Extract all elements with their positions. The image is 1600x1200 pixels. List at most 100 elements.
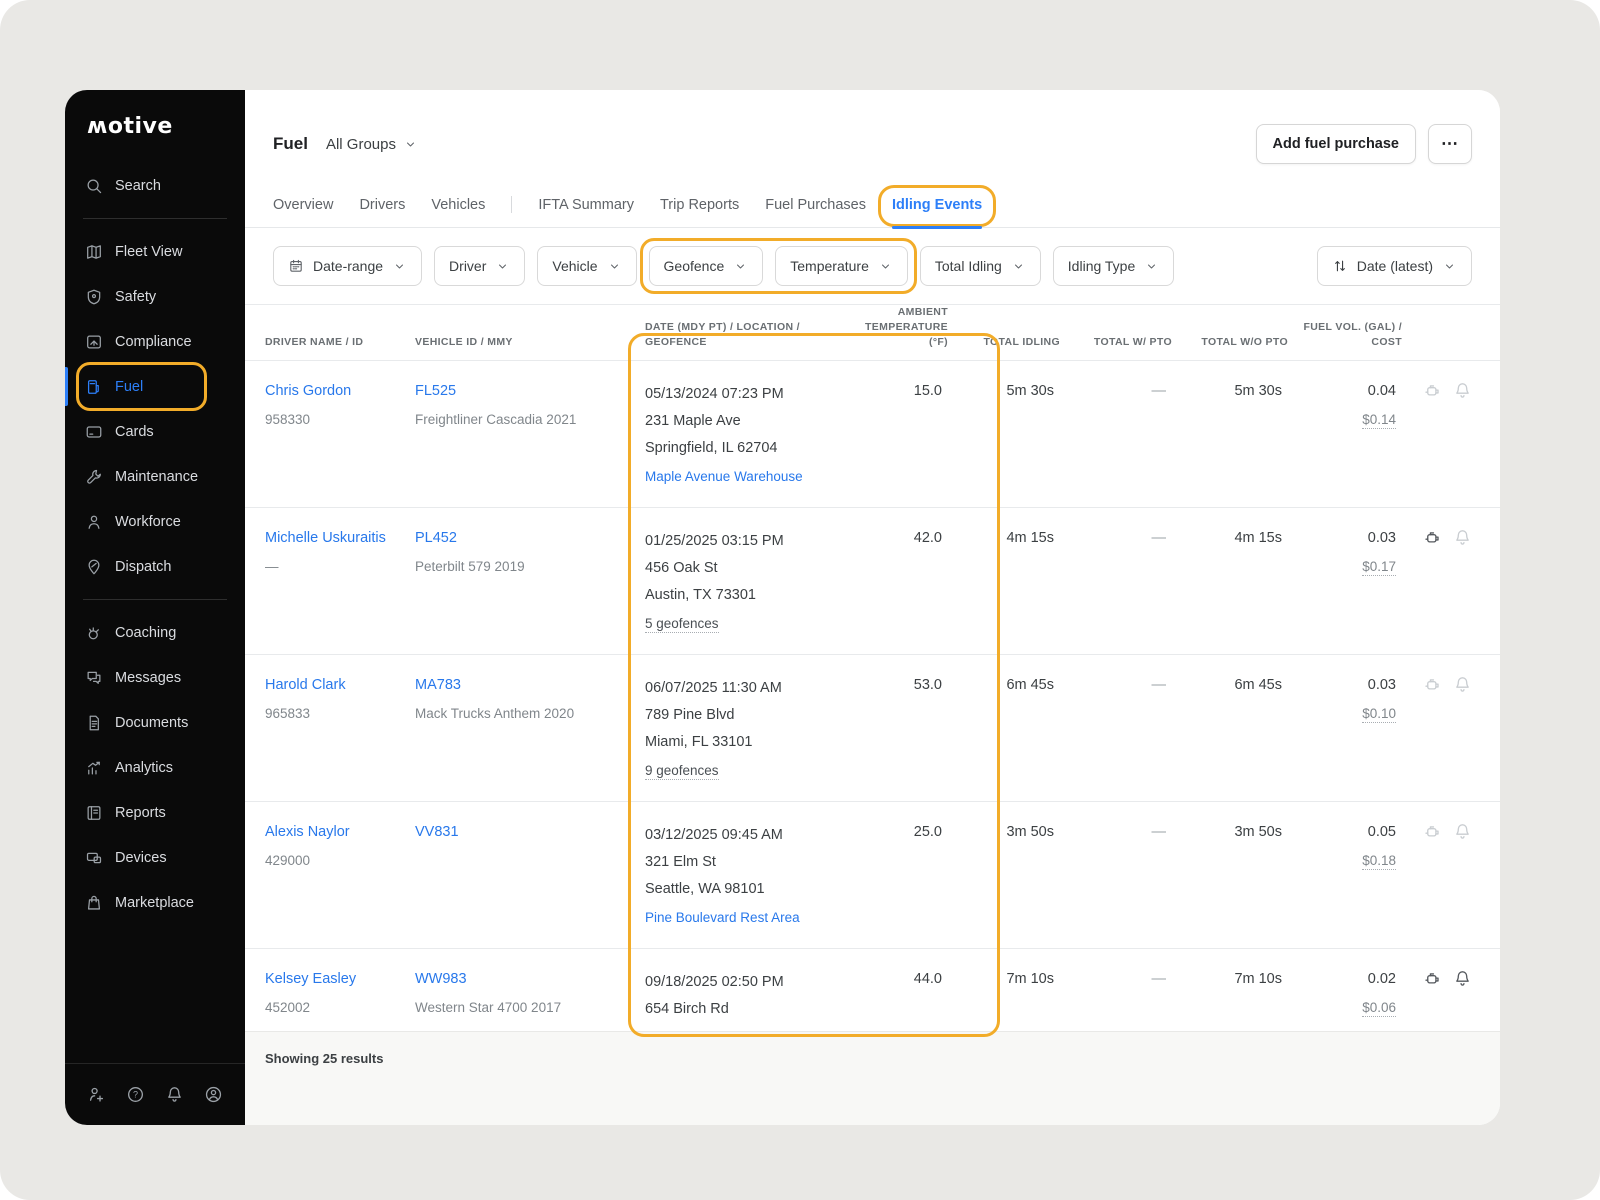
row-actions: [1402, 675, 1472, 784]
tab-trip-reports[interactable]: Trip Reports: [660, 182, 739, 228]
tab-divider: [511, 196, 512, 213]
total-idling-value: 6m 45s: [948, 675, 1060, 784]
fuel-volume-value: 0.05: [1288, 822, 1396, 843]
filter-vehicle[interactable]: Vehicle: [537, 246, 636, 286]
more-options-button[interactable]: ⋯: [1428, 124, 1472, 164]
header-left: Fuel All Groups: [273, 134, 418, 154]
sort-button[interactable]: Date (latest): [1317, 246, 1472, 286]
event-datetime: 03/12/2025 09:45 AM: [645, 822, 854, 849]
vehicle-cell: MA783 Mack Trucks Anthem 2020: [415, 675, 645, 784]
account-icon[interactable]: [204, 1085, 223, 1104]
tab-fuel-purchases[interactable]: Fuel Purchases: [765, 182, 866, 228]
tab-idling-events[interactable]: Idling Events: [892, 182, 982, 228]
sort-arrows-icon: [1332, 258, 1348, 274]
sidebar-item-safety[interactable]: Safety: [85, 274, 225, 319]
vehicle-cell: PL452 Peterbilt 579 2019: [415, 528, 645, 637]
sidebar-nav: Search Fleet View Safety Compliance Fuel…: [65, 153, 245, 925]
fuel-volume-value: 0.03: [1288, 675, 1396, 696]
bell-icon[interactable]: [1453, 528, 1472, 547]
help-icon[interactable]: ?: [126, 1085, 145, 1104]
event-geofence-link[interactable]: Pine Boulevard Rest Area: [645, 904, 854, 931]
filter-label: Temperature: [790, 258, 869, 274]
total-with-pto-value: —: [1060, 969, 1172, 1023]
sidebar-item-fleet-view[interactable]: Fleet View: [85, 229, 225, 274]
tab-overview[interactable]: Overview: [273, 182, 333, 228]
tab-drivers[interactable]: Drivers: [359, 182, 405, 228]
vehicle-id-link[interactable]: MA783: [415, 675, 461, 696]
sidebar-item-reports[interactable]: Reports: [85, 790, 225, 835]
sidebar-item-maintenance[interactable]: Maintenance: [85, 454, 225, 499]
vehicle-id-link[interactable]: FL525: [415, 381, 456, 402]
chevron-down-icon: [878, 259, 893, 274]
sidebar-item-messages[interactable]: Messages: [85, 655, 225, 700]
filter-date-range[interactable]: Date-range: [273, 246, 422, 286]
event-datetime: 05/13/2024 07:23 PM: [645, 381, 854, 408]
chevron-down-icon: [495, 259, 510, 274]
page-title: Fuel: [273, 134, 308, 154]
column-header-total-w-pto: TOTAL W/ PTO: [1060, 335, 1172, 362]
sidebar-item-documents[interactable]: Documents: [85, 700, 225, 745]
row-actions: [1402, 969, 1472, 1023]
sidebar-item-analytics[interactable]: Analytics: [85, 745, 225, 790]
analytics-icon: [85, 759, 103, 777]
driver-name-link[interactable]: Michelle Uskuraitis: [265, 528, 386, 549]
vehicle-id-link[interactable]: VV831: [415, 822, 459, 843]
tab-ifta-summary[interactable]: IFTA Summary: [538, 182, 634, 228]
sidebar-item-fuel[interactable]: Fuel: [85, 364, 225, 409]
driver-name-link[interactable]: Alexis Naylor: [265, 822, 350, 843]
fuel-pump-icon: [85, 378, 103, 396]
group-selector-label: All Groups: [326, 136, 396, 153]
sidebar-item-devices[interactable]: Devices: [85, 835, 225, 880]
vehicle-id-link[interactable]: PL452: [415, 528, 457, 549]
chevron-down-icon: [1011, 259, 1026, 274]
tab-label: Trip Reports: [660, 197, 739, 213]
sidebar-item-cards[interactable]: Cards: [85, 409, 225, 454]
filter-label: Vehicle: [552, 258, 597, 274]
sidebar-item-coaching[interactable]: Coaching: [85, 610, 225, 655]
engine-icon[interactable]: [1423, 675, 1442, 694]
bell-icon[interactable]: [1453, 381, 1472, 400]
sidebar-item-label: Maintenance: [115, 469, 198, 485]
engine-icon[interactable]: [1423, 822, 1442, 841]
sidebar-item-dispatch[interactable]: Dispatch: [85, 544, 225, 589]
date-location-cell: 03/12/2025 09:45 AM 321 Elm St Seattle, …: [645, 822, 860, 931]
sidebar-item-search[interactable]: Search: [85, 163, 225, 208]
engine-icon[interactable]: [1423, 969, 1442, 988]
filter-idling-type[interactable]: Idling Type: [1053, 246, 1174, 286]
bell-icon[interactable]: [1453, 969, 1472, 988]
bell-icon[interactable]: [1453, 675, 1472, 694]
sidebar-divider: [83, 599, 227, 600]
filter-temperature[interactable]: Temperature: [775, 246, 908, 286]
fuel-cell: 0.02 $0.06: [1288, 969, 1402, 1023]
chat-icon: [85, 669, 103, 687]
group-selector[interactable]: All Groups: [326, 136, 418, 153]
event-geofence-link[interactable]: 5 geofences: [645, 610, 854, 637]
bell-icon[interactable]: [1453, 822, 1472, 841]
driver-name-link[interactable]: Kelsey Easley: [265, 969, 356, 990]
total-idling-value: 3m 50s: [948, 822, 1060, 931]
driver-name-link[interactable]: Chris Gordon: [265, 381, 351, 402]
tab-vehicles[interactable]: Vehicles: [431, 182, 485, 228]
vehicle-id-link[interactable]: WW983: [415, 969, 467, 990]
add-fuel-purchase-button[interactable]: Add fuel purchase: [1256, 124, 1417, 164]
event-geofence-link[interactable]: Maple Avenue Warehouse: [645, 463, 854, 490]
event-geofence-link[interactable]: 9 geofences: [645, 757, 854, 784]
sidebar-item-marketplace[interactable]: Marketplace: [85, 880, 225, 925]
tab-label: Vehicles: [431, 197, 485, 213]
notifications-icon[interactable]: [165, 1085, 184, 1104]
filter-driver[interactable]: Driver: [434, 246, 525, 286]
engine-icon[interactable]: [1423, 381, 1442, 400]
chevron-down-icon: [1442, 259, 1457, 274]
table-row: Kelsey Easley 452002 WW983 Western Star …: [245, 949, 1500, 1031]
vehicle-mmy: Peterbilt 579 2019: [415, 557, 639, 577]
chevron-down-icon: [1144, 259, 1159, 274]
engine-icon[interactable]: [1423, 528, 1442, 547]
sidebar-item-workforce[interactable]: Workforce: [85, 499, 225, 544]
filter-geofence[interactable]: Geofence: [649, 246, 764, 286]
event-address-line2: Austin, TX 73301: [645, 582, 854, 609]
sidebar-item-compliance[interactable]: Compliance: [85, 319, 225, 364]
chevron-down-icon: [607, 259, 622, 274]
filter-total-idling[interactable]: Total Idling: [920, 246, 1041, 286]
user-settings-icon[interactable]: [87, 1085, 106, 1104]
driver-name-link[interactable]: Harold Clark: [265, 675, 346, 696]
